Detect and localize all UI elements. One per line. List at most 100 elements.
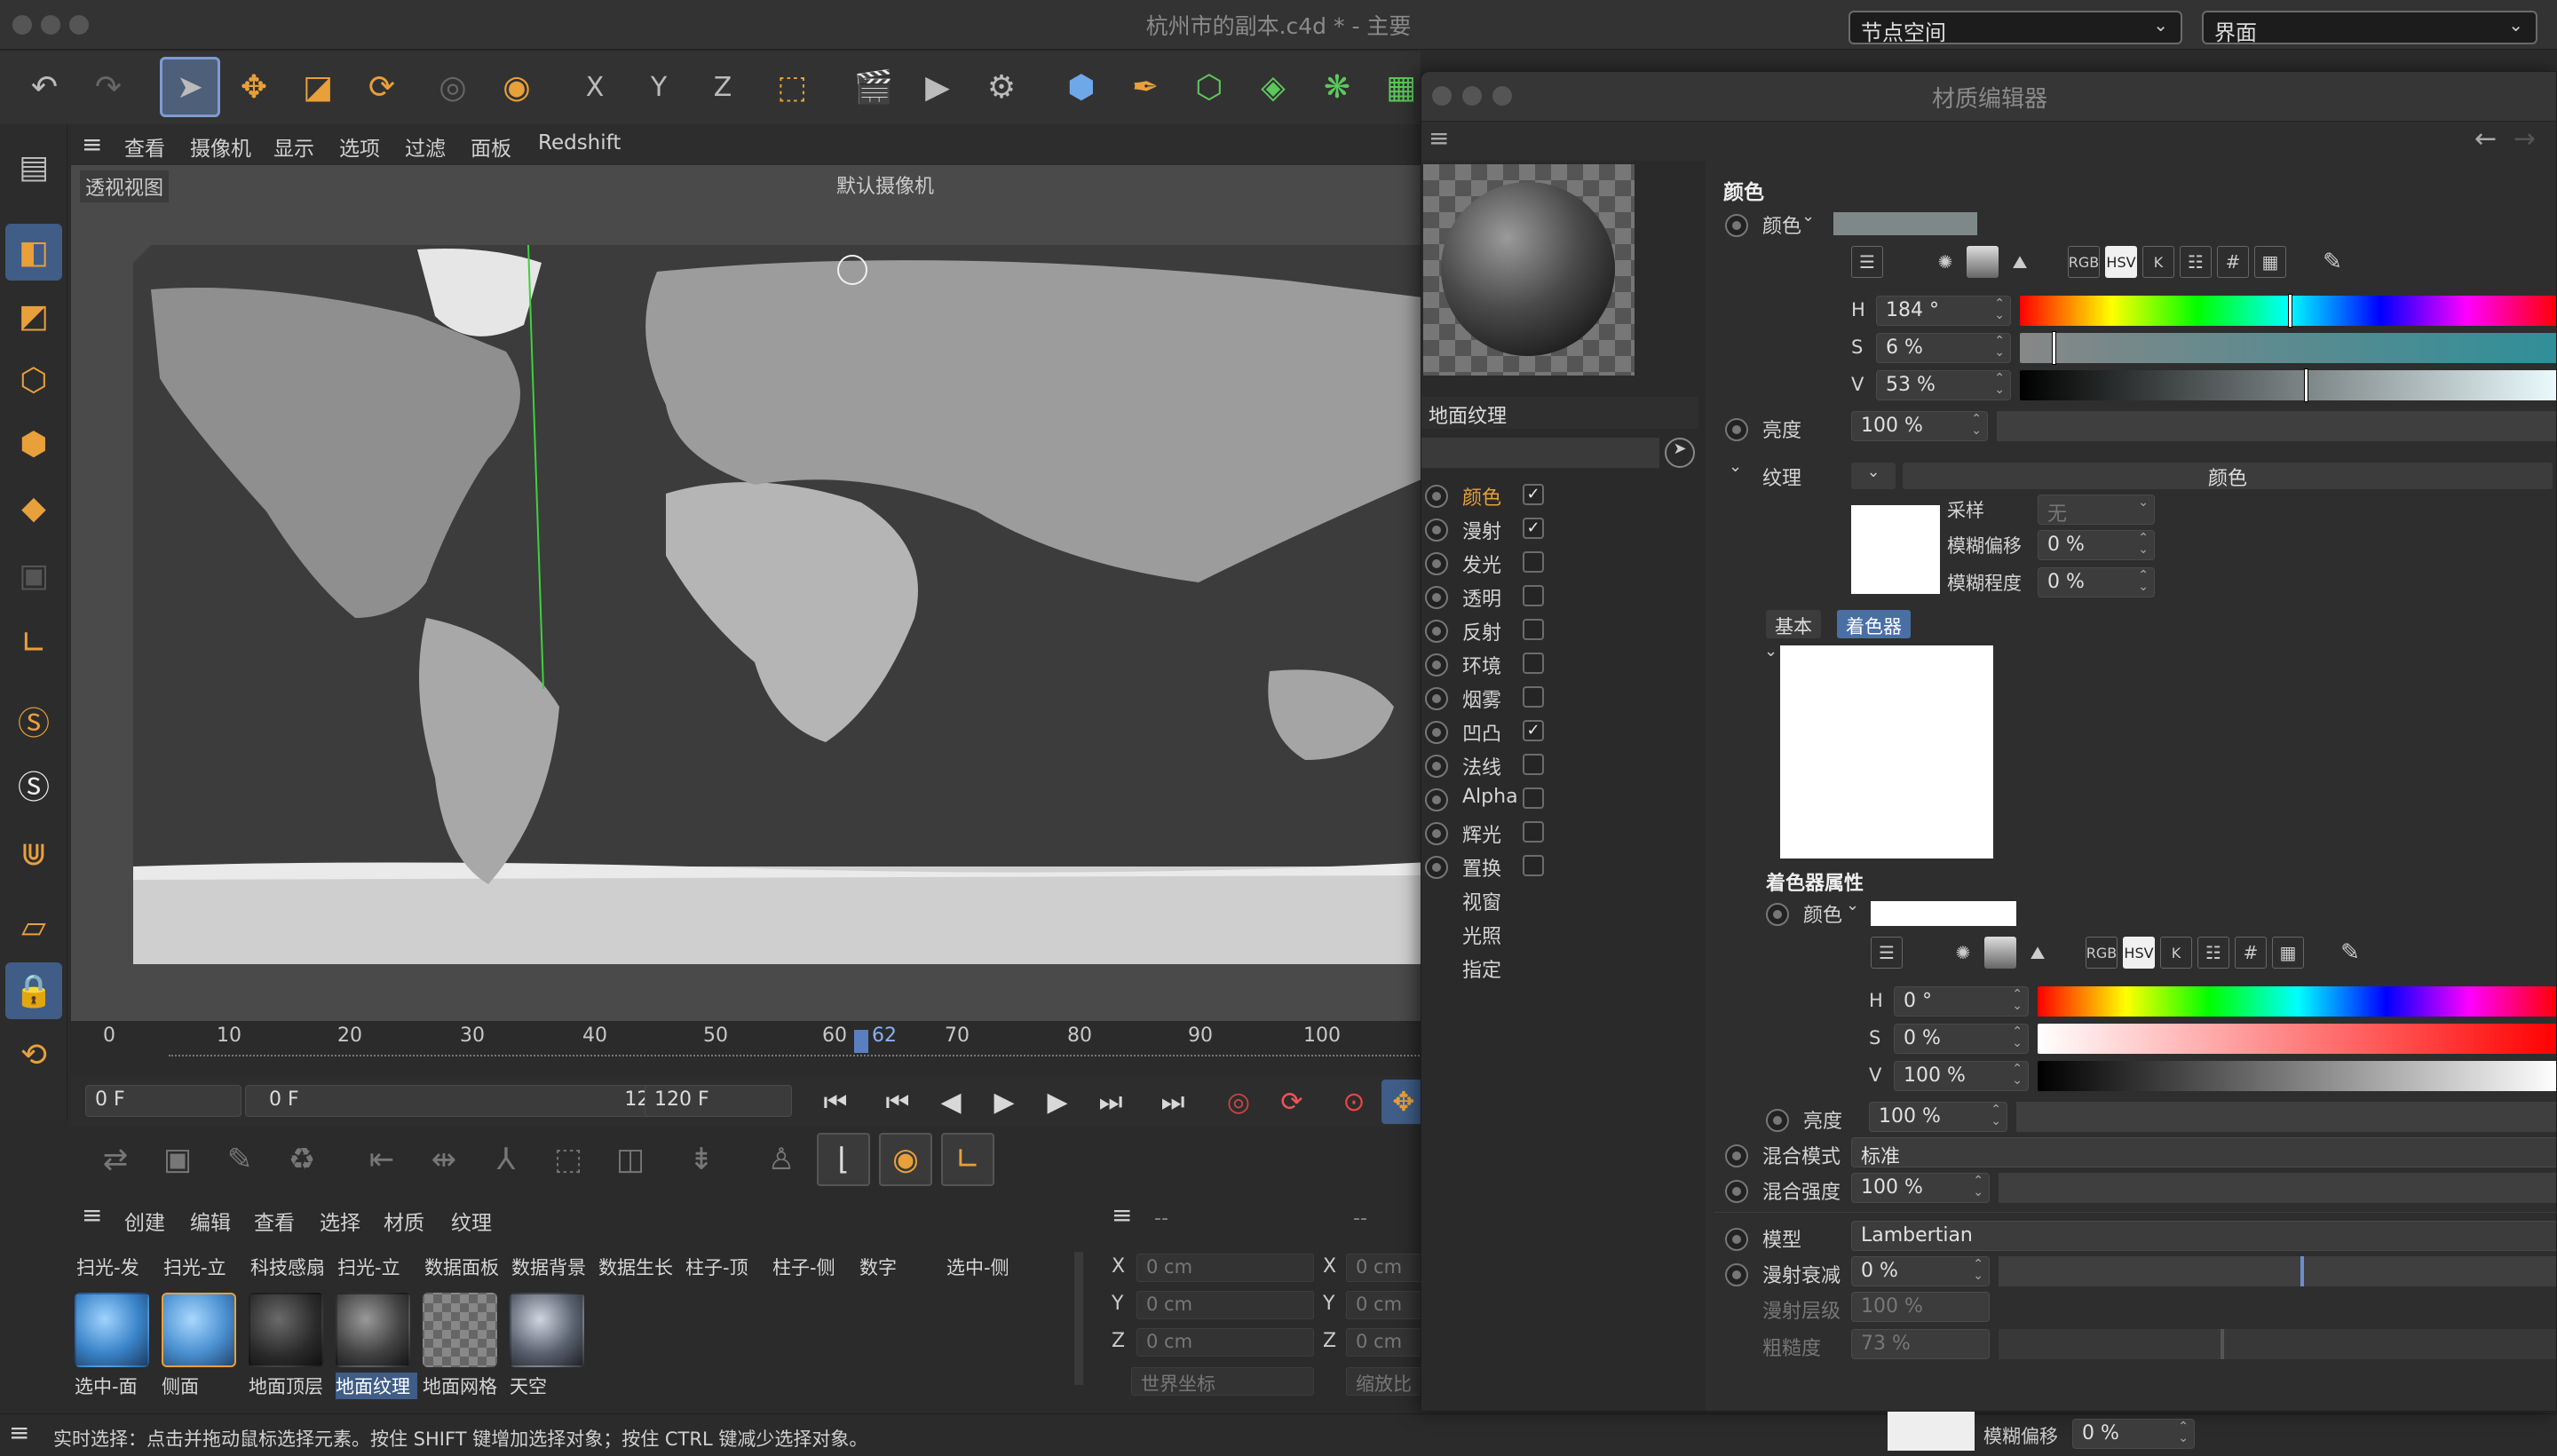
subdivision-icon[interactable]: ⬡ [1179, 57, 1239, 117]
stepper-icon[interactable]: ⌃ ⌄ [1994, 297, 2005, 321]
record-icon[interactable]: ◎ [1216, 1080, 1261, 1124]
image-picker-icon[interactable]: ⛰ [2022, 937, 2054, 969]
y-axis-icon[interactable]: Y [629, 57, 689, 117]
stepper-icon[interactable]: ⌃ ⌄ [1994, 335, 2005, 359]
spectrum-icon[interactable] [1984, 937, 2016, 969]
channel-checkbox[interactable] [1523, 619, 1544, 640]
play-icon[interactable]: ▶ [982, 1080, 1026, 1124]
hamburger-menu-icon[interactable]: ≡ [1429, 123, 1449, 153]
shader-color-swatch[interactable] [1871, 901, 2016, 926]
brightness-radio[interactable] [1725, 418, 1748, 441]
channel-checkbox[interactable]: ✓ [1523, 518, 1544, 539]
distribute-icon[interactable]: ⇟ [675, 1133, 728, 1186]
brightness-field[interactable]: 100 % ⌃ ⌄ [1851, 411, 1988, 441]
transfer-icon[interactable]: ⇄ [89, 1133, 142, 1186]
sphere-select-icon[interactable]: ◉ [879, 1133, 932, 1186]
axis-select-icon[interactable]: ∟ [941, 1133, 994, 1186]
render-settings-icon[interactable]: ⚙ [971, 57, 1032, 117]
material-name-field[interactable]: 地面纹理 [1421, 397, 1698, 429]
material-label-active[interactable]: 地面纹理 [336, 1373, 417, 1399]
cloner-icon[interactable]: ❋ [1307, 57, 1367, 117]
spectrum-icon[interactable] [1967, 246, 1999, 278]
kelvin-mode-button[interactable]: K [2142, 246, 2174, 278]
previous-key-icon[interactable]: ⏮ [875, 1080, 920, 1124]
blend-strength-radio[interactable] [1725, 1180, 1748, 1203]
chevron-down-icon[interactable]: ⌄ [1801, 207, 1815, 226]
viewport-settings-label[interactable]: 视窗 [1462, 887, 1501, 915]
blur-amount-field[interactable]: 0 % ⌃ ⌄ [2038, 567, 2155, 597]
stepper-icon[interactable]: ⌃ ⌄ [1973, 1258, 1983, 1282]
saturation-slider-handle[interactable] [2052, 331, 2056, 365]
channel-radio[interactable] [1425, 721, 1448, 744]
autokey-icon[interactable]: ⟳ [1270, 1080, 1314, 1124]
diffuse-falloff-handle[interactable] [2300, 1256, 2304, 1286]
channel-checkbox[interactable] [1523, 551, 1544, 573]
hsv-mode-button[interactable]: HSV [2105, 246, 2137, 278]
stepper-icon[interactable]: ⌃ ⌄ [2012, 988, 2023, 1012]
material-thumb-earth[interactable] [336, 1293, 410, 1367]
material-label[interactable]: 天空 [510, 1373, 591, 1399]
knife-icon[interactable]: ✎ [213, 1133, 266, 1186]
timeline-track[interactable] [169, 1055, 1429, 1060]
material-thumb-sky[interactable] [510, 1293, 584, 1367]
menu-filter[interactable]: 过滤 [405, 131, 446, 162]
uv-mode-icon[interactable]: ▣ [5, 547, 62, 604]
blend-mode-dropdown[interactable]: 标准 [1851, 1137, 2556, 1168]
stepper-icon[interactable]: ⌃ ⌄ [2012, 1025, 2023, 1049]
undo-icon[interactable]: ↶ [14, 57, 75, 117]
image-picker-icon[interactable]: ⛰ [2004, 246, 2036, 278]
value-slider[interactable] [2020, 370, 2556, 400]
stepper-icon[interactable]: ⌃ ⌄ [2138, 569, 2149, 593]
hex-icon[interactable]: # [2217, 246, 2249, 278]
material-label[interactable]: 选中-面 [75, 1373, 156, 1399]
channel-radio[interactable] [1425, 518, 1448, 542]
saturation-field[interactable]: 6 % ⌃ ⌄ [1876, 333, 2011, 363]
workplane-icon[interactable]: ▱ [5, 898, 62, 955]
material-thumb-blue[interactable] [162, 1293, 236, 1367]
blend-strength-slider[interactable] [1999, 1173, 2556, 1203]
scale-icon[interactable]: ◪ [288, 57, 348, 117]
shader-value-field[interactable]: 100 % ⌃ ⌄ [1894, 1061, 2029, 1091]
texture-mode-icon[interactable]: ◩ [5, 288, 62, 344]
blend-strength-field[interactable]: 100 % ⌃ ⌄ [1851, 1173, 1990, 1203]
eyedropper-icon[interactable]: ✎ [2316, 246, 2348, 278]
hue-slider-handle[interactable] [2288, 294, 2292, 328]
box-icon[interactable]: ▣ [151, 1133, 204, 1186]
model-radio[interactable] [1725, 1228, 1748, 1251]
pen-icon[interactable]: ✒ [1115, 57, 1176, 117]
channel-label[interactable]: 烟雾 [1462, 684, 1501, 713]
swatches-icon[interactable]: ▦ [2272, 937, 2304, 969]
menu-texture[interactable]: 纹理 [451, 1206, 492, 1236]
align-left-icon[interactable]: ⇤ [355, 1133, 408, 1186]
material-type-dropdown[interactable] [1421, 438, 1659, 468]
frame-range-slider[interactable]: 0 F120 F [245, 1085, 701, 1117]
recycle-icon[interactable]: ♻ [275, 1133, 329, 1186]
roughness-handle[interactable] [2221, 1329, 2224, 1359]
channel-label[interactable]: 凹凸 [1462, 718, 1501, 747]
size-y-field[interactable]: 0 cm [1346, 1291, 1426, 1319]
shader-preview[interactable] [1780, 645, 1993, 859]
material-item[interactable]: 选中-侧 [946, 1254, 1028, 1280]
material-thumb-blue[interactable] [75, 1293, 149, 1367]
lock-workplane-icon[interactable]: 🔒 [5, 962, 62, 1019]
stepper-icon[interactable]: ⌃ ⌄ [1973, 1175, 1983, 1199]
edges-mode-icon[interactable]: ⬢ [5, 415, 62, 472]
shader-value-slider[interactable] [2038, 1061, 2556, 1091]
channel-label[interactable]: 置换 [1462, 853, 1501, 882]
redo-icon[interactable]: ↷ [78, 57, 139, 117]
object-mode-icon[interactable]: ◧ [5, 224, 62, 281]
node-space-dropdown[interactable]: 节点空间 ⌄ [1848, 11, 2182, 45]
color-radio[interactable] [1725, 214, 1748, 237]
timeline-ruler[interactable]: 0 10 20 30 40 50 60 70 80 90 100 62 [71, 1021, 1429, 1074]
axis-mode-icon[interactable]: ∟ [5, 614, 62, 671]
magnet-icon[interactable]: ⋓ [5, 826, 62, 882]
size-x-field[interactable]: 0 cm [1346, 1254, 1426, 1282]
position-x-field[interactable]: 0 cm [1136, 1254, 1314, 1282]
channel-label[interactable]: 发光 [1462, 550, 1501, 578]
roughness-slider[interactable] [1999, 1329, 2556, 1359]
menu-material[interactable]: 材质 [384, 1206, 424, 1236]
channel-label-color[interactable]: 颜色 [1462, 482, 1501, 510]
live-select-icon[interactable]: ◉ [487, 57, 547, 117]
material-item[interactable]: 扫光-发 [76, 1254, 158, 1280]
stepper-icon[interactable]: ⌃ ⌄ [1994, 372, 2005, 396]
